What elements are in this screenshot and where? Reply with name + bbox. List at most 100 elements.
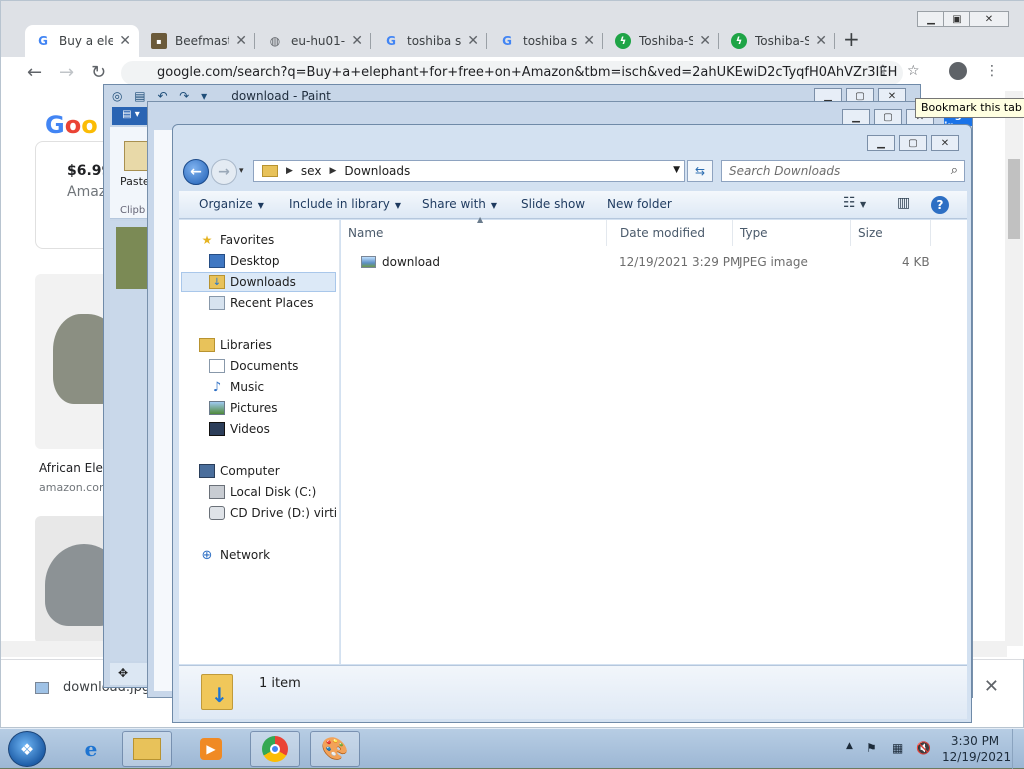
address-dropdown-icon[interactable]: ▼ <box>673 165 680 175</box>
close-download-shelf-icon[interactable]: ✕ <box>984 676 999 697</box>
column-header-type[interactable]: Type <box>733 220 851 246</box>
breadcrumb-downloads[interactable]: Downloads <box>344 164 410 178</box>
internet-explorer-icon[interactable]: e <box>66 731 116 767</box>
start-button[interactable]: ❖ <box>8 731 46 767</box>
recent-places-icon <box>209 296 225 310</box>
slide-show-button[interactable]: Slide show <box>521 197 585 211</box>
media-player-icon[interactable]: ▶ <box>186 731 236 767</box>
search-icon[interactable]: ⌕ <box>951 163 958 178</box>
item-count: 1 item <box>259 676 301 691</box>
close-tab-icon[interactable]: ✕ <box>467 33 479 49</box>
tab-eu-hu01[interactable]: ◍ eu-hu01- ✕ <box>257 25 371 57</box>
show-hidden-icons[interactable]: ▲ <box>846 741 853 751</box>
nav-downloads[interactable]: ↓ Downloads <box>181 272 336 292</box>
chrome-close-button[interactable]: ✕ <box>969 11 1009 27</box>
file-name-cell[interactable]: download <box>361 255 440 269</box>
file-row[interactable]: download 12/19/2021 3:29 PM JPEG image 4… <box>341 252 967 272</box>
nav-local-disk[interactable]: Local Disk (C:) <box>209 482 337 502</box>
tab-toshiba-search-2[interactable]: G toshiba s ✕ <box>489 25 603 57</box>
back-button[interactable]: ← <box>183 159 209 185</box>
explorer-back-maximize-button[interactable]: ▢ <box>874 109 902 125</box>
nav-favorites[interactable]: ★ Favorites <box>199 230 358 250</box>
google-logo[interactable]: Goo <box>45 111 98 139</box>
chrome-maximize-button[interactable]: ▣ <box>943 11 971 27</box>
close-tab-icon[interactable]: ✕ <box>235 33 247 49</box>
action-center-flag-icon[interactable]: ⚑ <box>866 741 877 755</box>
star-icon: ★ <box>201 233 213 247</box>
chrome-minimize-button[interactable]: ▁ <box>917 11 945 27</box>
explorer-back-minimize-button[interactable]: ▁ <box>842 109 870 125</box>
column-header-name[interactable]: Name ▲ <box>341 215 607 246</box>
file-list: Name ▲ Date modified Type Size download 1… <box>341 215 967 664</box>
nav-documents[interactable]: Documents <box>209 356 337 376</box>
bookmark-star-icon[interactable]: ☆ <box>907 63 920 79</box>
image-favicon-icon: ▪ <box>151 33 167 49</box>
preview-pane-icon[interactable]: ▥ <box>897 195 910 211</box>
nav-pictures[interactable]: Pictures <box>209 398 337 418</box>
organize-button[interactable]: Organize ▼ <box>199 197 264 211</box>
nav-libraries[interactable]: Libraries <box>199 335 358 355</box>
nav-recent-places[interactable]: Recent Places <box>209 293 337 313</box>
url-text: google.com/search?q=Buy+a+elephant+for+f… <box>157 65 898 80</box>
scroll-thumb[interactable] <box>1008 159 1020 239</box>
explorer-close-button[interactable]: ✕ <box>931 135 959 151</box>
share-icon[interactable]: ⇪ <box>877 63 889 79</box>
include-in-library-button[interactable]: Include in library ▼ <box>289 197 401 211</box>
breadcrumb-chevron-icon[interactable]: ▶ <box>329 166 336 176</box>
network-tray-icon[interactable]: ▦ <box>892 741 903 755</box>
paint-menu-button[interactable]: ▤ ▾ <box>112 107 150 125</box>
profile-avatar-icon[interactable] <box>949 62 967 80</box>
show-desktop-button[interactable] <box>1012 729 1024 769</box>
recent-locations-dropdown-icon[interactable]: ▾ <box>239 166 244 176</box>
result-caption[interactable]: African Elep <box>39 461 111 475</box>
address-bar[interactable]: google.com/search?q=Buy+a+elephant+for+f… <box>121 61 903 85</box>
system-clock[interactable]: 3:30 PM 12/19/2021 <box>942 733 1011 765</box>
nav-computer[interactable]: Computer <box>199 461 358 481</box>
windows-explorer-taskbar-button[interactable] <box>122 731 172 767</box>
breadcrumb-chevron-icon[interactable]: ▶ <box>286 166 293 176</box>
share-with-button[interactable]: Share with ▼ <box>422 197 497 211</box>
page-vertical-scrollbar[interactable] <box>1005 91 1023 646</box>
tab-buy-elephant[interactable]: G Buy a ele ✕ <box>25 25 139 57</box>
chrome-menu-icon[interactable]: ⋮ <box>985 63 999 79</box>
explorer-minimize-button[interactable]: ▁ <box>867 135 895 151</box>
column-header-date-modified[interactable]: Date modified <box>613 220 733 246</box>
tab-toshiba-search-1[interactable]: G toshiba s ✕ <box>373 25 487 57</box>
back-arrow-icon[interactable]: ← <box>27 62 42 83</box>
close-tab-icon[interactable]: ✕ <box>815 33 827 49</box>
close-tab-icon[interactable]: ✕ <box>119 33 131 49</box>
reload-icon[interactable]: ↻ <box>91 62 106 83</box>
new-tab-button[interactable]: + <box>843 27 860 51</box>
paint-taskbar-button[interactable]: 🎨 <box>310 731 360 767</box>
volume-muted-icon[interactable]: 🔇 <box>916 741 931 755</box>
change-view-icon[interactable]: ☷ ▼ <box>843 195 866 211</box>
breadcrumb-user[interactable]: sex <box>301 164 322 178</box>
chrome-taskbar-button[interactable] <box>250 731 300 767</box>
explorer-address-bar[interactable]: ▶ sex ▶ Downloads ▼ <box>253 160 685 182</box>
search-downloads-input[interactable]: Search Downloads ⌕ <box>721 160 965 182</box>
forward-arrow-icon[interactable]: → <box>59 62 74 83</box>
explorer-maximize-button[interactable]: ▢ <box>899 135 927 151</box>
close-tab-icon[interactable]: ✕ <box>699 33 711 49</box>
paste-button[interactable]: Paste <box>120 137 150 188</box>
nav-cd-drive[interactable]: CD Drive (D:) virtio-w <box>209 503 337 523</box>
close-tab-icon[interactable]: ✕ <box>583 33 595 49</box>
nav-desktop[interactable]: Desktop <box>209 251 337 271</box>
help-icon[interactable]: ? <box>931 196 949 214</box>
close-tab-icon[interactable]: ✕ <box>351 33 363 49</box>
file-type-cell: JPEG image <box>739 255 808 269</box>
new-folder-button[interactable]: New folder <box>607 197 672 211</box>
nav-network[interactable]: ⊕ Network <box>199 545 358 565</box>
green-bolt-icon: ϟ <box>615 33 631 49</box>
tab-title: toshiba s <box>407 34 462 48</box>
tab-toshiba-s-2[interactable]: ϟ Toshiba-S ✕ <box>721 25 835 57</box>
sort-ascending-icon: ▲ <box>477 215 484 224</box>
tab-toshiba-s-1[interactable]: ϟ Toshiba-S ✕ <box>605 25 719 57</box>
column-header-size[interactable]: Size <box>851 220 931 246</box>
refresh-button[interactable]: ⇆ <box>687 160 713 182</box>
libraries-icon <box>199 338 215 352</box>
forward-button[interactable]: → <box>211 159 237 185</box>
tab-beefmaster[interactable]: ▪ Beefmast ✕ <box>141 25 255 57</box>
nav-music[interactable]: ♪ Music <box>209 377 337 397</box>
nav-videos[interactable]: Videos <box>209 419 337 439</box>
